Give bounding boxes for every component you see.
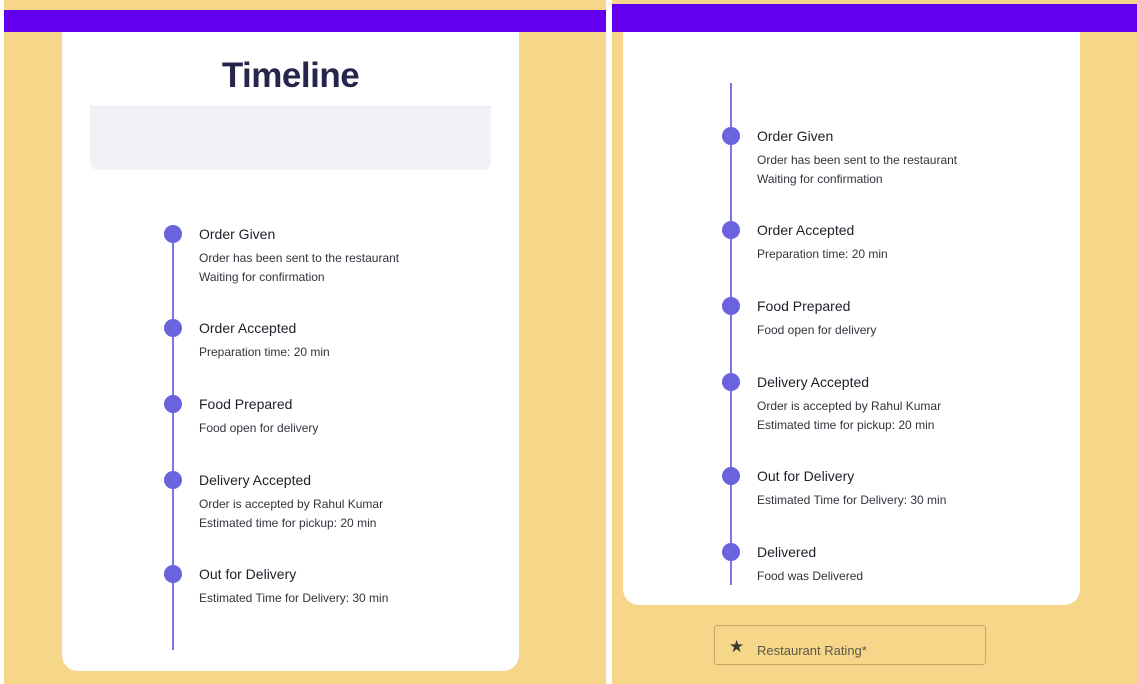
timeline-dot-icon bbox=[722, 467, 740, 485]
app-top-bar bbox=[612, 4, 1137, 32]
restaurant-rating-label: Restaurant Rating* bbox=[757, 643, 867, 658]
star-icon: ★ bbox=[729, 637, 745, 656]
timeline-step-description: Food was Delivered bbox=[757, 567, 863, 586]
timeline-dot-icon bbox=[164, 471, 182, 489]
left-screenshot-panel: Timeline Order Given Order has been sent… bbox=[4, 0, 606, 684]
timeline-dot-icon bbox=[722, 297, 740, 315]
timeline-step-title: Order Given bbox=[199, 226, 276, 242]
timeline-step-description: Order is accepted by Rahul Kumar Estimat… bbox=[757, 397, 941, 435]
timeline-step-line: Order is accepted by Rahul Kumar bbox=[757, 399, 942, 413]
timeline-dot-icon bbox=[722, 221, 740, 239]
timeline-line bbox=[172, 225, 174, 650]
timeline-step-line: Food open for delivery bbox=[199, 421, 319, 435]
timeline-dot-icon bbox=[164, 395, 182, 413]
timeline-line bbox=[730, 83, 732, 585]
timeline-step-line: Food open for delivery bbox=[757, 323, 877, 337]
timeline-step-line: Preparation time: 20 min bbox=[199, 345, 330, 359]
right-screenshot-panel: Order Given Order has been sent to the r… bbox=[612, 0, 1137, 684]
timeline-step-line: Waiting for confirmation bbox=[199, 270, 325, 284]
timeline-step-description: Order has been sent to the restaurant Wa… bbox=[757, 151, 957, 189]
timeline-step-description: Preparation time: 20 min bbox=[199, 343, 330, 362]
timeline-step-title: Out for Delivery bbox=[199, 566, 297, 582]
timeline-step-title: Food Prepared bbox=[757, 298, 851, 314]
timeline-dot-icon bbox=[722, 127, 740, 145]
timeline-step-line: Estimated time for pickup: 20 min bbox=[757, 418, 935, 432]
timeline-step-title: Order Given bbox=[757, 128, 834, 144]
timeline-step-line: Order has been sent to the restaurant bbox=[199, 251, 400, 265]
timeline-card: Timeline Order Given Order has been sent… bbox=[62, 32, 519, 671]
timeline-step-description: Food open for delivery bbox=[757, 321, 876, 340]
timeline-step-title: Delivery Accepted bbox=[199, 472, 312, 488]
timeline-step-line: Food was Delivered bbox=[757, 569, 864, 583]
restaurant-rating-button[interactable]: ★ Restaurant Rating* bbox=[714, 625, 986, 665]
timeline-dot-icon bbox=[722, 373, 740, 391]
timeline-step-title: Order Accepted bbox=[757, 222, 855, 238]
timeline-step-description: Order has been sent to the restaurant Wa… bbox=[199, 249, 399, 287]
timeline-step-description: Estimated Time for Delivery: 30 min bbox=[757, 491, 946, 510]
timeline-step-title: Order Accepted bbox=[199, 320, 297, 336]
timeline-dot-icon bbox=[164, 565, 182, 583]
timeline-step-title: Food Prepared bbox=[199, 396, 293, 412]
timeline-dot-icon bbox=[722, 543, 740, 561]
timeline-step-line: Estimated Time for Delivery: 30 min bbox=[757, 493, 947, 507]
timeline-step-title: Out for Delivery bbox=[757, 468, 855, 484]
timeline-step-line: Order has been sent to the restaurant bbox=[757, 153, 958, 167]
timeline-card: Order Given Order has been sent to the r… bbox=[623, 32, 1080, 605]
timeline-step-title: Delivery Accepted bbox=[757, 374, 870, 390]
timeline-dot-icon bbox=[164, 225, 182, 243]
timeline-step-line: Waiting for confirmation bbox=[757, 172, 883, 186]
card-header-title-area: Timeline bbox=[90, 32, 491, 107]
timeline-step-description: Food open for delivery bbox=[199, 419, 318, 438]
timeline-step-line: Order is accepted by Rahul Kumar bbox=[199, 497, 384, 511]
app-top-bar bbox=[4, 10, 606, 32]
timeline-step-line: Estimated Time for Delivery: 30 min bbox=[199, 591, 389, 605]
page-title: Timeline bbox=[221, 56, 360, 95]
card-header: Timeline bbox=[90, 32, 491, 170]
timeline-step-line: Preparation time: 20 min bbox=[757, 247, 888, 261]
timeline-step-description: Estimated Time for Delivery: 30 min bbox=[199, 589, 388, 608]
timeline-step-description: Preparation time: 20 min bbox=[757, 245, 888, 264]
timeline-step-title: Delivered bbox=[757, 544, 817, 560]
timeline-dot-icon bbox=[164, 319, 182, 337]
timeline-step-line: Estimated time for pickup: 20 min bbox=[199, 516, 377, 530]
timeline-step-description: Order is accepted by Rahul Kumar Estimat… bbox=[199, 495, 383, 533]
